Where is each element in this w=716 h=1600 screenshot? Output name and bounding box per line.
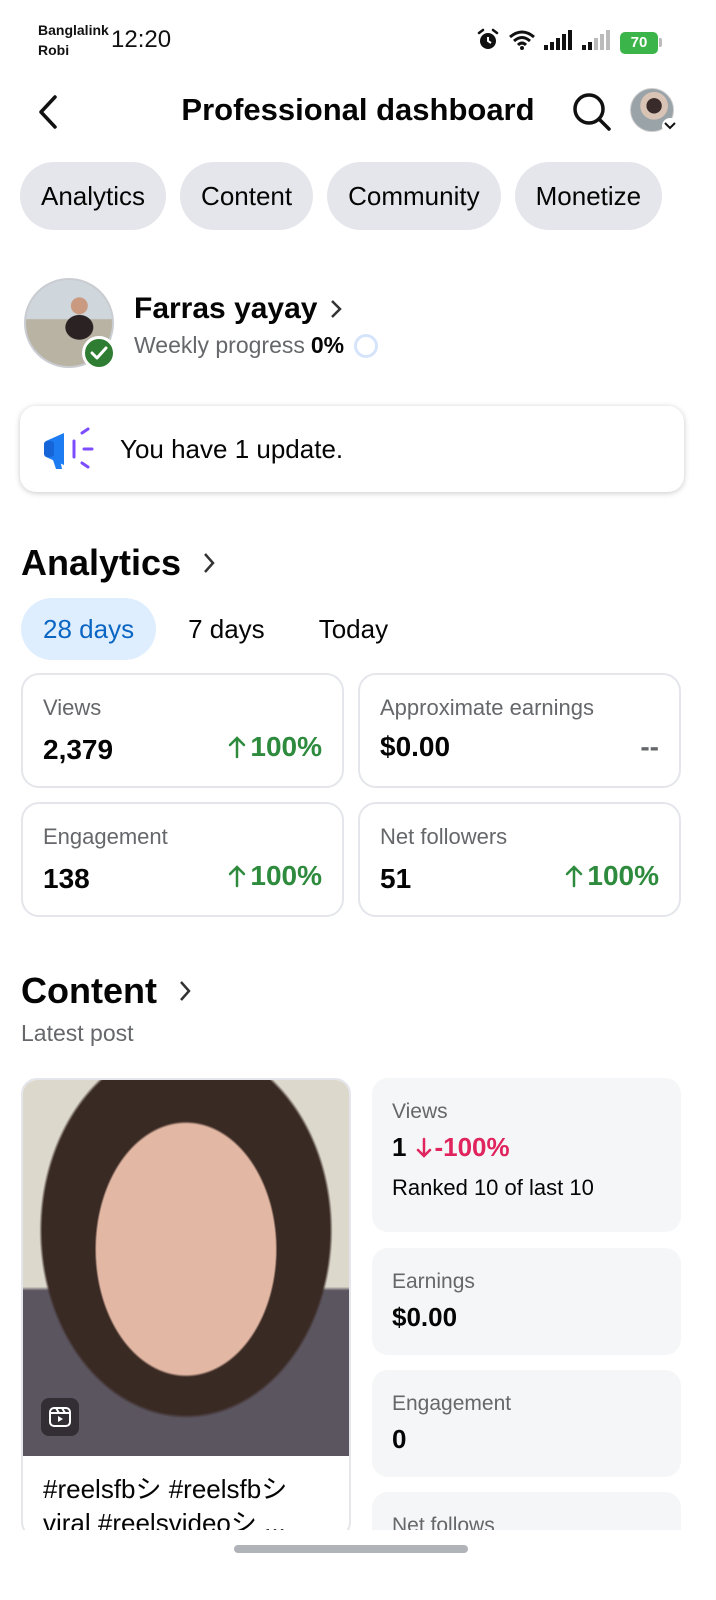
stat-change: -100% bbox=[416, 1132, 510, 1163]
post-stat-views[interactable]: Views 1 -100% Ranked 10 of last 10 bbox=[372, 1078, 681, 1232]
arrow-up-icon bbox=[229, 865, 246, 888]
post-caption-line: #reelsfbシ #reelsfbシ bbox=[43, 1474, 288, 1504]
home-indicator[interactable] bbox=[234, 1545, 468, 1553]
content-section-title[interactable]: Content bbox=[21, 970, 191, 1012]
tab-monetize[interactable]: Monetize bbox=[514, 162, 663, 230]
post-caption: #reelsfbシ #reelsfbシ viral #reelsvideoシ .… bbox=[23, 1456, 349, 1536]
search-button[interactable] bbox=[570, 90, 614, 134]
status-icons: 70 bbox=[476, 28, 662, 57]
tab-community[interactable]: Community bbox=[327, 162, 501, 230]
checkmark-icon bbox=[82, 336, 116, 370]
profile-name-row[interactable]: Farras yayay bbox=[134, 292, 342, 326]
content-heading: Content bbox=[21, 970, 157, 1011]
metric-label: Engagement bbox=[43, 824, 168, 849]
analytics-heading: Analytics bbox=[21, 542, 182, 583]
metric-change: 100% bbox=[565, 860, 659, 892]
metric-change: -- bbox=[640, 731, 659, 762]
arrow-down-icon bbox=[417, 1137, 432, 1158]
stat-value-row: 1 -100% bbox=[392, 1132, 661, 1163]
stat-rank: Ranked 10 of last 10 bbox=[392, 1175, 594, 1200]
metric-label: Net followers bbox=[380, 824, 508, 849]
carrier-2: Robi bbox=[38, 42, 70, 58]
clock: 12:20 bbox=[111, 26, 172, 53]
latest-post-label: Latest post bbox=[21, 1020, 134, 1046]
bottom-bar bbox=[0, 1530, 716, 1600]
chevron-down-icon bbox=[662, 118, 678, 134]
progress-value: 0% bbox=[310, 332, 345, 358]
stat-value: $0.00 bbox=[392, 1302, 458, 1332]
metric-change-value: 100% bbox=[250, 860, 322, 891]
signal-weak-icon bbox=[582, 30, 612, 55]
range-tab-7-days[interactable]: 7 days bbox=[166, 598, 287, 660]
stat-label: Engagement bbox=[392, 1392, 512, 1415]
reel-icon bbox=[41, 1398, 79, 1436]
metric-value: 2,379 bbox=[43, 734, 114, 765]
progress-ring-icon bbox=[354, 333, 379, 358]
battery-charging-icon: 70 bbox=[620, 31, 662, 54]
chevron-right-icon bbox=[180, 981, 191, 1001]
metric-value: 138 bbox=[43, 863, 90, 894]
range-tab-today[interactable]: Today bbox=[297, 598, 410, 660]
update-text: You have 1 update. bbox=[120, 433, 344, 464]
stat-change-value: -100% bbox=[434, 1132, 510, 1162]
status-bar: Banglalink Robi 12:20 70 bbox=[0, 0, 716, 80]
metric-card-views[interactable]: Views 2,379 100% bbox=[21, 673, 344, 788]
header: Professional dashboard bbox=[0, 80, 716, 144]
search-icon bbox=[573, 93, 611, 131]
metric-value: $0.00 bbox=[380, 731, 451, 762]
metric-change-value: 100% bbox=[250, 731, 322, 762]
range-tab-28-days[interactable]: 28 days bbox=[21, 598, 157, 660]
tab-analytics[interactable]: Analytics bbox=[20, 162, 167, 230]
stat-value: 1 bbox=[392, 1132, 407, 1162]
weekly-progress: Weekly progress 0% bbox=[134, 332, 379, 359]
tab-content[interactable]: Content bbox=[180, 162, 314, 230]
metric-card-net-followers[interactable]: Net followers 51 100% bbox=[358, 802, 681, 917]
carrier-names: Banglalink Robi bbox=[38, 20, 109, 60]
chevron-right-icon bbox=[330, 300, 342, 318]
post-stat-engagement[interactable]: Engagement 0 bbox=[372, 1370, 681, 1477]
metric-change: 100% bbox=[228, 731, 322, 763]
megaphone-icon bbox=[44, 427, 94, 469]
range-tabs: 28 days 7 days Today bbox=[21, 598, 410, 660]
metric-change-value: 100% bbox=[587, 860, 659, 891]
metric-label: Approximate earnings bbox=[380, 695, 595, 720]
wifi-icon bbox=[508, 29, 536, 56]
metric-value: 51 bbox=[380, 863, 412, 894]
stat-label: Views bbox=[392, 1100, 448, 1123]
post-thumbnail[interactable] bbox=[23, 1080, 349, 1456]
metric-card-engagement[interactable]: Engagement 138 100% bbox=[21, 802, 344, 917]
chevron-right-icon bbox=[204, 553, 215, 573]
arrow-up-icon bbox=[229, 736, 246, 759]
carrier-1: Banglalink bbox=[38, 22, 109, 38]
progress-label: Weekly progress bbox=[134, 332, 305, 358]
stat-value: 0 bbox=[392, 1424, 407, 1454]
metric-change: 100% bbox=[228, 860, 322, 892]
latest-post-card[interactable]: #reelsfbシ #reelsfbシ viral #reelsvideoシ .… bbox=[21, 1078, 351, 1538]
battery-level: 70 bbox=[620, 31, 658, 54]
post-stat-earnings[interactable]: Earnings $0.00 bbox=[372, 1248, 681, 1355]
profile-switcher-button[interactable] bbox=[630, 88, 678, 136]
stat-label: Earnings bbox=[392, 1270, 475, 1293]
profile-summary[interactable]: Farras yayay Weekly progress 0% bbox=[24, 278, 704, 374]
dashboard-tabs: Analytics Content Community Monetize bbox=[20, 162, 663, 230]
analytics-section-title[interactable]: Analytics bbox=[21, 542, 215, 584]
profile-name: Farras yayay bbox=[134, 292, 318, 325]
alarm-icon bbox=[476, 28, 500, 57]
signal-icon bbox=[544, 30, 574, 55]
metric-label: Views bbox=[43, 695, 102, 720]
metric-card-earnings[interactable]: Approximate earnings $0.00 -- bbox=[358, 673, 681, 788]
arrow-up-icon bbox=[566, 865, 583, 888]
update-card[interactable]: You have 1 update. bbox=[20, 406, 684, 492]
